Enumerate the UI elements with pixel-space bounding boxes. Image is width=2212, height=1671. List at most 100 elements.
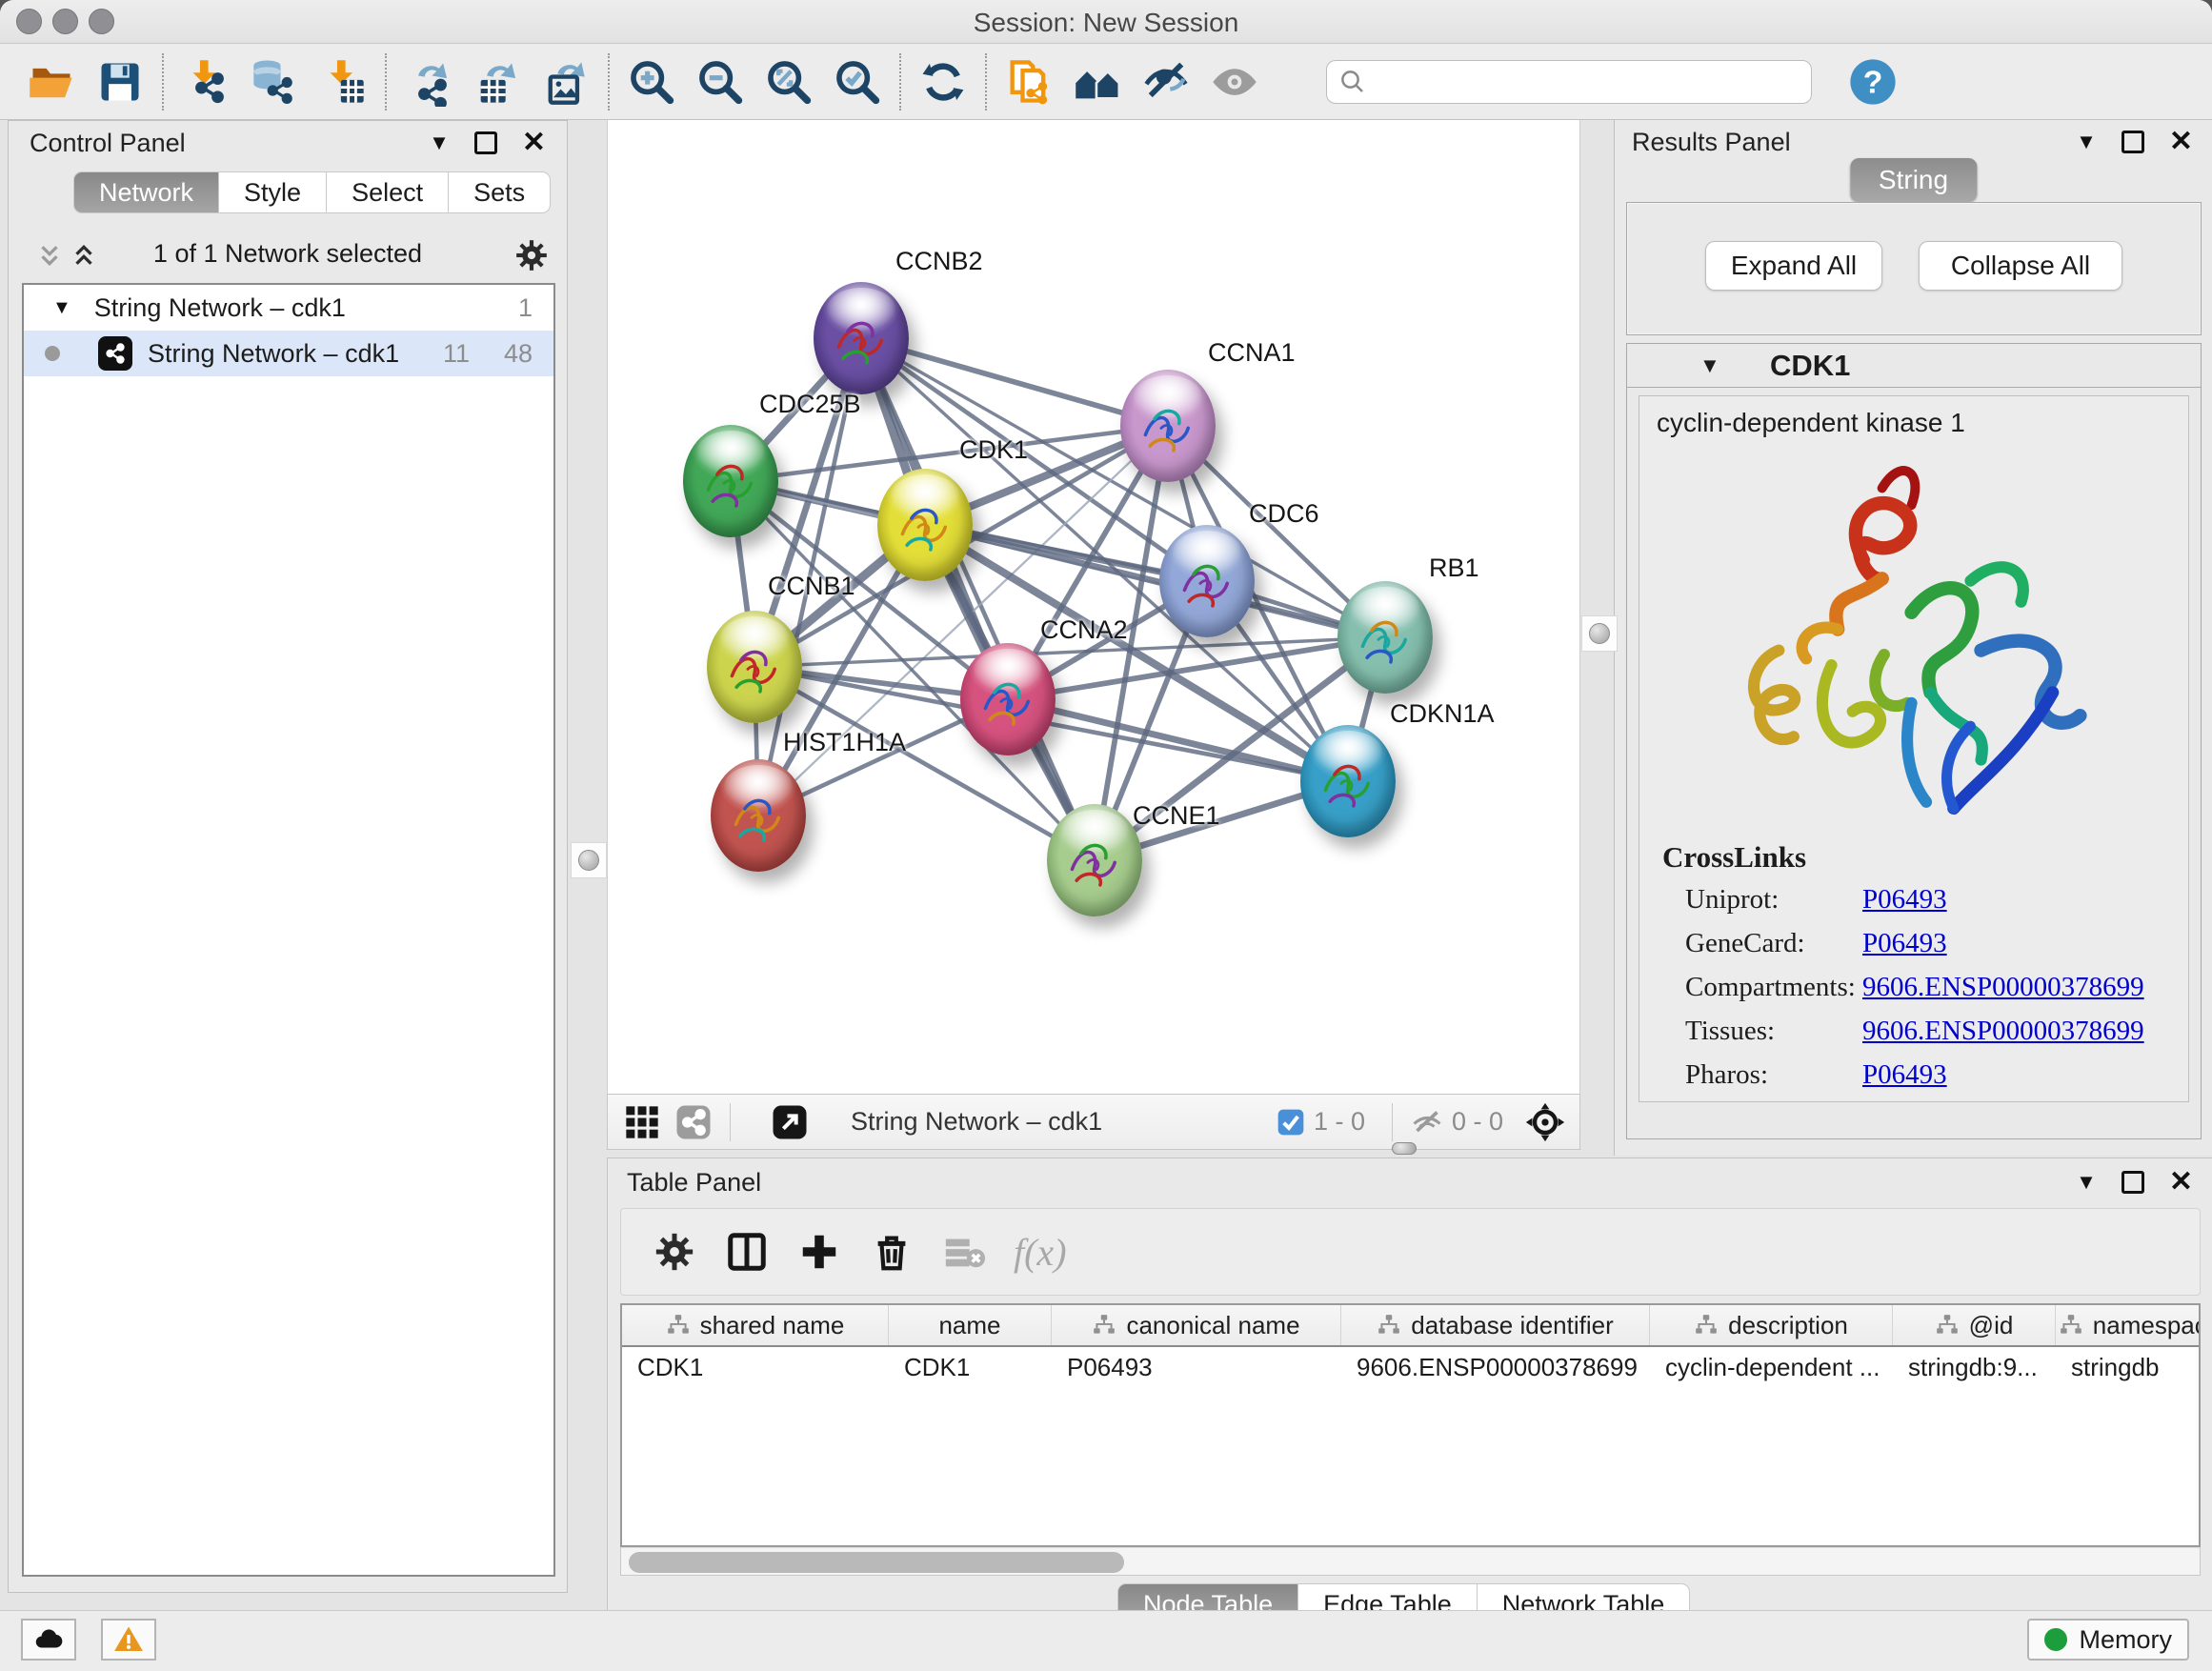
collection-count: 1 [518, 293, 533, 323]
import-network-database-button[interactable] [240, 51, 309, 112]
tab-style[interactable]: Style [219, 171, 327, 213]
scrollbar-thumb[interactable] [629, 1552, 1124, 1573]
hide-selected-button[interactable] [1132, 51, 1200, 112]
column-header-canonical-name[interactable]: canonical name [1052, 1305, 1341, 1345]
node-CCNA1[interactable] [1120, 370, 1216, 482]
open-session-button[interactable] [17, 51, 86, 112]
right-splitter-handle[interactable] [1581, 615, 1618, 652]
export-image-button[interactable] [532, 51, 600, 112]
table-horizontal-scrollbar[interactable] [620, 1547, 2201, 1576]
node-CCNB2[interactable] [814, 282, 909, 394]
crosslink-link[interactable]: P06493 [1862, 928, 1947, 972]
table-panel-close-icon[interactable]: ✕ [2169, 1171, 2193, 1194]
crosslink-label: Compartments: [1685, 972, 1862, 1016]
tab-network[interactable]: Network [73, 171, 219, 213]
network-canvas[interactable]: CCNB2CCNA1CDC25BCDK1CDC6RB1CCNB1CCNA2CDK… [607, 120, 1580, 1094]
results-panel-close-icon[interactable]: ✕ [2169, 131, 2193, 153]
column-header-name[interactable]: name [889, 1305, 1052, 1345]
network-collection-row[interactable]: ▼ String Network – cdk1 1 [24, 285, 553, 331]
node-HIST1H1A[interactable] [711, 759, 806, 872]
hidden-eye-icon[interactable] [1410, 1105, 1444, 1139]
tab-string[interactable]: String [1850, 158, 1977, 202]
cloud-status-button[interactable] [21, 1619, 76, 1661]
gear-icon[interactable] [513, 237, 550, 273]
node-table[interactable]: shared namenamecanonical namedatabase id… [620, 1303, 2201, 1547]
search-box[interactable] [1326, 60, 1812, 104]
node-CDK1[interactable] [877, 469, 973, 581]
node-CCNB1[interactable] [707, 611, 802, 723]
column-header-shared-name[interactable]: shared name [622, 1305, 889, 1345]
table-panel-float-icon[interactable] [2122, 1171, 2144, 1194]
network-view-icon[interactable] [674, 1103, 713, 1141]
delete-column-icon[interactable] [855, 1218, 928, 1285]
crosslink-link[interactable]: 9606.ENSP00000378699 [1862, 1016, 2144, 1059]
zoom-out-button[interactable] [686, 51, 754, 112]
collapse-all-button[interactable]: Collapse All [1919, 241, 2122, 291]
node-CCNA2[interactable] [960, 643, 1056, 755]
control-panel-menu-icon[interactable]: ▼ [429, 131, 450, 155]
node-RB1[interactable] [1337, 581, 1433, 694]
apply-layout-button[interactable] [909, 51, 977, 112]
import-network-file-button[interactable] [171, 51, 240, 112]
first-neighbors-button[interactable] [1063, 51, 1132, 112]
tab-sets[interactable]: Sets [449, 171, 551, 213]
memory-button[interactable]: Memory [2027, 1619, 2189, 1661]
duplicate-network-button[interactable] [995, 51, 1063, 112]
expand-all-button[interactable]: Expand All [1705, 241, 1882, 291]
show-columns-icon[interactable] [711, 1218, 783, 1285]
birds-eye-view-icon[interactable] [1524, 1101, 1566, 1143]
left-splitter-handle[interactable] [571, 842, 607, 878]
cell-description[interactable]: cyclin-dependent ... [1650, 1353, 1893, 1382]
delete-table-icon[interactable] [928, 1218, 1000, 1285]
selected-checkbox-icon[interactable] [1276, 1107, 1306, 1137]
table-row[interactable]: CDK1CDK1P064939606.ENSP00000378699cyclin… [622, 1347, 2199, 1387]
column-header-database-identifier[interactable]: database identifier [1341, 1305, 1650, 1345]
cell-name[interactable]: CDK1 [889, 1353, 1052, 1382]
crosslink-label: Pharos: [1685, 1059, 1862, 1102]
zoom-fit-button[interactable] [754, 51, 823, 112]
node-CDKN1A[interactable] [1300, 725, 1396, 837]
gene-collapse-caret-icon[interactable]: ▼ [1699, 353, 1720, 378]
network-row[interactable]: String Network – cdk1 11 48 [24, 331, 553, 376]
cell-database-identifier[interactable]: 9606.ENSP00000378699 [1341, 1353, 1650, 1382]
help-button[interactable]: ? [1839, 51, 1907, 112]
table-panel-menu-icon[interactable]: ▼ [2076, 1170, 2097, 1195]
column-header--id[interactable]: @id [1893, 1305, 2056, 1345]
show-all-button[interactable] [1200, 51, 1269, 112]
tab-select[interactable]: Select [327, 171, 449, 213]
add-column-icon[interactable] [783, 1218, 855, 1285]
node-CCNE1[interactable] [1047, 804, 1142, 916]
column-header-description[interactable]: description [1650, 1305, 1893, 1345]
cell-canonical-name[interactable]: P06493 [1052, 1353, 1341, 1382]
column-header-namespace[interactable]: namespace [2056, 1305, 2201, 1345]
control-panel-float-icon[interactable] [474, 131, 497, 154]
cell--id[interactable]: stringdb:9... [1893, 1353, 2056, 1382]
save-session-button[interactable] [86, 51, 154, 112]
function-builder-icon[interactable]: f(x) [1014, 1230, 1067, 1275]
node-CDC6[interactable] [1159, 525, 1255, 637]
crosslink-link[interactable]: P06493 [1862, 884, 1947, 928]
export-network-button[interactable] [394, 51, 463, 112]
zoom-selected-button[interactable] [823, 51, 892, 112]
crosslink-row: Uniprot:P06493 [1662, 884, 2144, 928]
gene-header[interactable]: ▼ CDK1 [1627, 344, 2201, 388]
results-panel-float-icon[interactable] [2122, 131, 2144, 153]
grid-view-icon[interactable] [623, 1103, 661, 1141]
results-panel-menu-icon[interactable]: ▼ [2076, 130, 2097, 154]
warning-status-button[interactable] [101, 1619, 156, 1661]
zoom-in-button[interactable] [617, 51, 686, 112]
cell-namespace[interactable]: stringdb [2056, 1353, 2201, 1382]
search-input[interactable] [1367, 67, 1786, 96]
crosslink-link[interactable]: 9606.ENSP00000378699 [1862, 972, 2144, 1016]
collection-caret-icon[interactable]: ▼ [52, 297, 71, 319]
open-in-new-icon[interactable] [771, 1103, 809, 1141]
bottom-splitter-handle[interactable] [1387, 1139, 1421, 1157]
export-table-button[interactable] [463, 51, 532, 112]
crosslink-link[interactable]: P06493 [1862, 1059, 1947, 1102]
import-table-file-button[interactable] [309, 51, 377, 112]
control-panel-close-icon[interactable]: ✕ [522, 131, 546, 154]
table-gear-icon[interactable] [638, 1218, 711, 1285]
cell-shared-name[interactable]: CDK1 [622, 1353, 889, 1382]
node-CDC25B[interactable] [683, 425, 778, 537]
protein-thumbnail [974, 668, 1042, 731]
